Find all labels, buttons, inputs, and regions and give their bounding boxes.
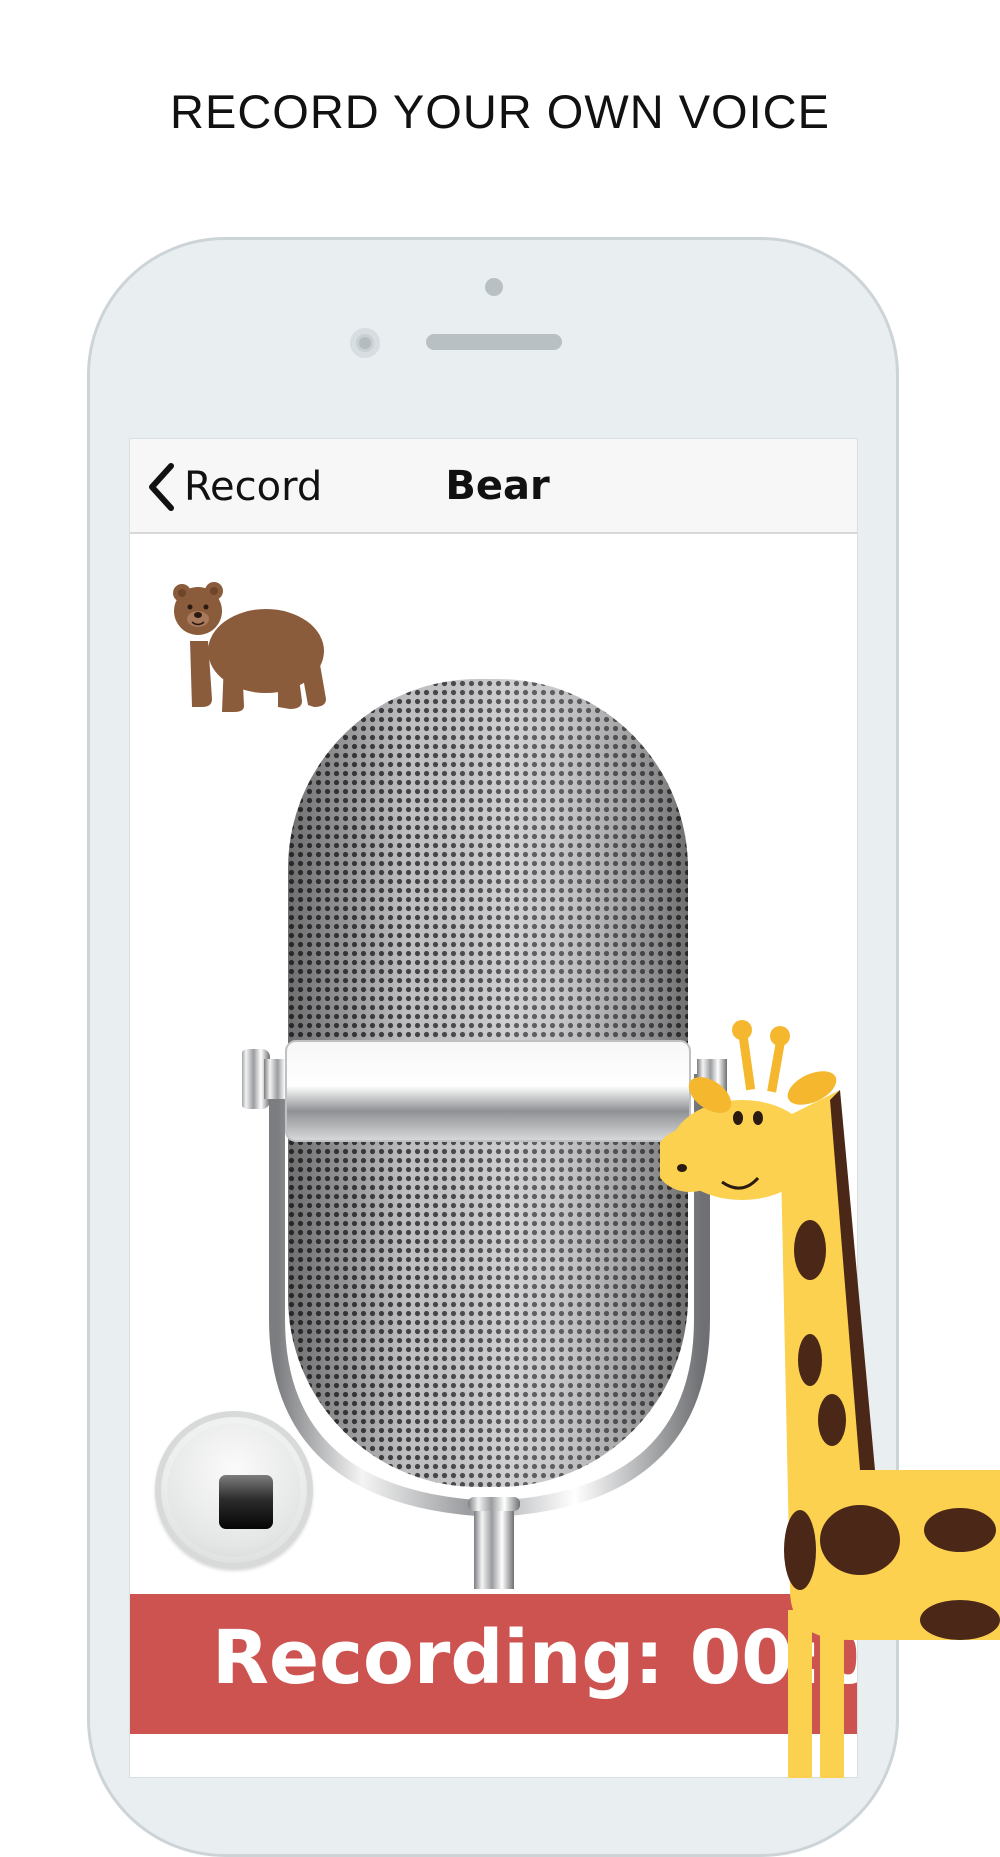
stop-recording-button[interactable] — [155, 1411, 313, 1569]
phone-front-camera — [350, 328, 380, 358]
phone-speaker — [426, 334, 562, 350]
giraffe-illustration — [660, 1020, 1000, 1778]
microphone-illustration — [242, 679, 727, 1589]
promo-headline: RECORD YOUR OWN VOICE — [170, 85, 830, 138]
stop-icon — [219, 1475, 273, 1529]
navigation-bar: Record Bear — [130, 439, 857, 534]
phone-front-sensor — [485, 278, 503, 296]
page-title: Bear — [445, 463, 550, 509]
